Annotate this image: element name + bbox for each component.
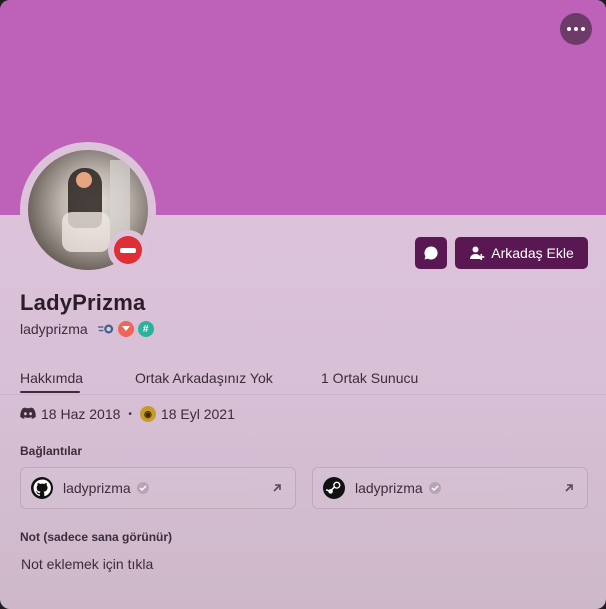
external-link-icon[interactable] (271, 481, 283, 499)
connection-steam[interactable]: ladyprizma (312, 467, 588, 509)
hypesquad-icon[interactable] (97, 321, 114, 337)
note-title: Not (sadece sana görünür) (20, 530, 173, 544)
discord-join-date: 18 Haz 2018 (41, 406, 121, 422)
display-name: LadyPrizma (20, 290, 146, 315)
note-input[interactable]: Not eklemek için tıkla (21, 556, 153, 572)
connection-name: ladyprizma (63, 480, 131, 496)
ellipsis-icon (567, 27, 571, 31)
message-button[interactable] (415, 237, 447, 269)
do-not-disturb-icon (114, 236, 142, 264)
username-row: ladyprizma # (20, 320, 154, 338)
connections-title: Bağlantılar (20, 444, 83, 458)
verified-icon (136, 482, 149, 494)
discord-logo-icon (20, 407, 36, 419)
steam-icon (323, 477, 345, 499)
profile-card: Arkadaş Ekle LadyPrizma ladyprizma # Hak… (0, 0, 606, 609)
tab-mutual-friends[interactable]: Ortak Arkadaşınız Yok (135, 370, 321, 394)
nitro-icon[interactable] (117, 321, 134, 337)
chat-bubble-icon (424, 246, 438, 260)
date-separator: • (128, 408, 132, 420)
tab-about[interactable]: Hakkımda (20, 370, 135, 394)
member-since: 18 Haz 2018 • ◉ 18 Eyl 2021 (20, 405, 235, 423)
more-options-button[interactable] (560, 13, 592, 45)
server-join-date: 18 Eyl 2021 (160, 406, 235, 422)
external-link-icon[interactable] (563, 481, 575, 499)
connection-github[interactable]: ladyprizma (20, 467, 296, 509)
add-friend-label: Arkadaş Ekle (491, 245, 574, 261)
connection-name: ladyprizma (355, 480, 423, 496)
tab-divider (0, 394, 606, 395)
badge-list: # (97, 321, 154, 337)
status-indicator (108, 230, 148, 270)
add-friend-button[interactable]: Arkadaş Ekle (455, 237, 588, 269)
github-icon (31, 477, 53, 499)
profile-tabs: Hakkımda Ortak Arkadaşınız Yok 1 Ortak S… (20, 370, 441, 394)
verified-icon (428, 482, 441, 494)
hashtag-icon[interactable]: # (137, 321, 154, 337)
username[interactable]: ladyprizma (20, 321, 88, 337)
add-friend-icon (470, 246, 485, 260)
tab-mutual-servers[interactable]: 1 Ortak Sunucu (321, 370, 441, 394)
server-icon: ◉ (139, 406, 156, 422)
